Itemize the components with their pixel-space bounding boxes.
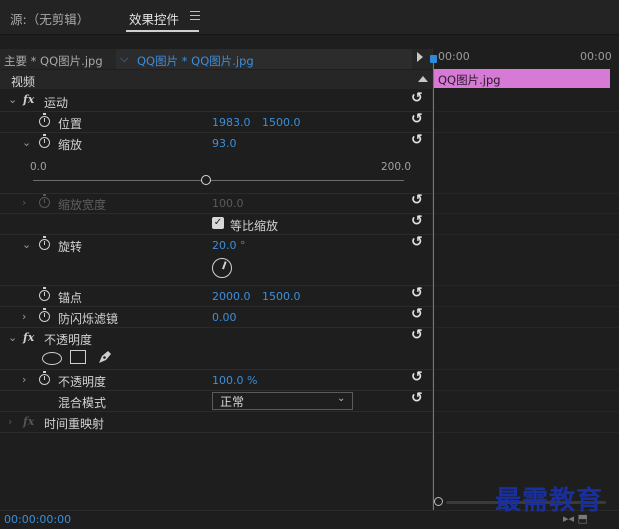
chevron-down-icon: ⌄ (337, 393, 346, 404)
sequence-clip-label[interactable]: QQ图片 * QQ图片.jpg (137, 53, 254, 69)
fx-icon[interactable]: fx (23, 331, 34, 344)
stopwatch-icon[interactable] (39, 371, 50, 385)
uniform-scale-checkbox[interactable]: ✓ (212, 217, 224, 229)
blend-mode-value: 正常 (220, 395, 245, 409)
watermark-text: 最需教育 (495, 486, 604, 516)
timeline-end-timecode: 00:00 (580, 50, 612, 63)
slider-max-label: 200.0 (381, 161, 412, 173)
reset-icon[interactable]: ↺ (411, 111, 423, 127)
timeline-clip-label: QQ图片.jpg (438, 73, 501, 87)
ellipse-mask-icon[interactable] (42, 352, 62, 365)
stopwatch-icon (39, 194, 50, 208)
current-timecode[interactable]: 00:00:00:00 (4, 513, 71, 526)
reset-icon[interactable]: ↺ (411, 90, 423, 106)
rotation-expand-chevron-icon[interactable]: ⌄ (22, 238, 31, 251)
scale-width-value: 100.0 (212, 197, 244, 210)
opacity-effect-label: 不透明度 (44, 333, 93, 347)
timeline-zoom-handle[interactable] (434, 497, 443, 506)
stopwatch-icon[interactable] (39, 308, 50, 322)
time-remap-expand-chevron-icon[interactable]: › (8, 415, 12, 428)
motion-expand-chevron-icon[interactable]: ⌄ (8, 93, 17, 106)
anti-flicker-label: 防闪烁滤镜 (58, 312, 119, 326)
slider-min-label: 0.0 (30, 161, 47, 173)
time-remap-label: 时间重映射 (44, 417, 105, 431)
chevron-down-icon[interactable]: ⌵ (120, 52, 128, 66)
opacity-label: 不透明度 (58, 375, 107, 389)
opacity-expand-chevron-icon[interactable]: ⌄ (8, 331, 17, 344)
video-section-header (0, 70, 432, 89)
stopwatch-icon[interactable] (39, 134, 50, 148)
reset-icon[interactable]: ↺ (411, 327, 423, 343)
reset-icon[interactable]: ↺ (411, 390, 423, 406)
panel-menu-icon[interactable] (190, 11, 200, 20)
pen-mask-icon[interactable] (96, 348, 114, 366)
anti-flicker-value[interactable]: 0.00 (212, 311, 237, 324)
scroll-up-icon[interactable] (418, 76, 428, 82)
rotation-label: 旋转 (58, 240, 83, 254)
blend-mode-label: 混合模式 (58, 396, 107, 410)
scale-slider-handle[interactable] (200, 175, 211, 185)
stopwatch-icon[interactable] (39, 287, 50, 301)
tab-source[interactable]: 源:（无剪辑） (10, 9, 89, 28)
opacity-value-expand-chevron-icon[interactable]: › (22, 373, 26, 386)
scale-slider-track[interactable] (33, 180, 404, 181)
reset-icon[interactable]: ↺ (411, 132, 423, 148)
reset-icon[interactable]: ↺ (411, 213, 423, 229)
reset-icon[interactable]: ↺ (411, 306, 423, 322)
rotation-value[interactable]: 20.0 ° (212, 239, 246, 252)
position-y-value[interactable]: 1500.0 (262, 116, 301, 129)
master-clip-label[interactable]: 主要 * QQ图片.jpg (4, 53, 103, 69)
stopwatch-icon[interactable] (39, 113, 50, 127)
scale-expand-chevron-icon[interactable]: ⌄ (22, 136, 31, 149)
show-timeline-toggle-icon[interactable] (417, 52, 423, 62)
fx-icon: fx (23, 415, 35, 428)
anchor-label: 锚点 (58, 291, 83, 305)
playhead-handle[interactable] (430, 55, 437, 63)
video-section-label: 视频 (11, 75, 36, 89)
reset-icon[interactable]: ↺ (411, 234, 423, 250)
position-label: 位置 (58, 117, 83, 131)
rectangle-mask-icon[interactable] (70, 350, 86, 364)
reset-icon[interactable]: ↺ (411, 285, 423, 301)
motion-label: 运动 (44, 96, 69, 110)
timeline-start-timecode: 00:00 (438, 50, 470, 63)
opacity-value[interactable]: 100.0 % (212, 374, 257, 387)
anchor-x-value[interactable]: 2000.0 (212, 290, 251, 303)
fx-icon[interactable]: fx (23, 93, 34, 106)
position-x-value[interactable]: 1983.0 (212, 116, 251, 129)
tab-effect-controls[interactable]: 效果控件 (129, 9, 179, 28)
scale-label: 缩放 (58, 138, 83, 152)
reset-icon[interactable]: ↺ (411, 369, 423, 385)
panel-tab-bar (0, 0, 619, 35)
stopwatch-icon[interactable] (39, 236, 50, 250)
uniform-scale-label: 等比缩放 (230, 219, 279, 233)
anchor-y-value[interactable]: 1500.0 (262, 290, 301, 303)
scale-width-expand-chevron-icon[interactable]: › (22, 196, 26, 209)
reset-icon[interactable]: ↺ (411, 192, 423, 208)
playhead-line[interactable] (433, 56, 434, 510)
active-tab-indicator (126, 30, 199, 32)
scale-value[interactable]: 93.0 (212, 137, 237, 150)
scale-width-label: 缩放宽度 (58, 198, 107, 212)
anti-flicker-expand-chevron-icon[interactable]: › (22, 310, 26, 323)
